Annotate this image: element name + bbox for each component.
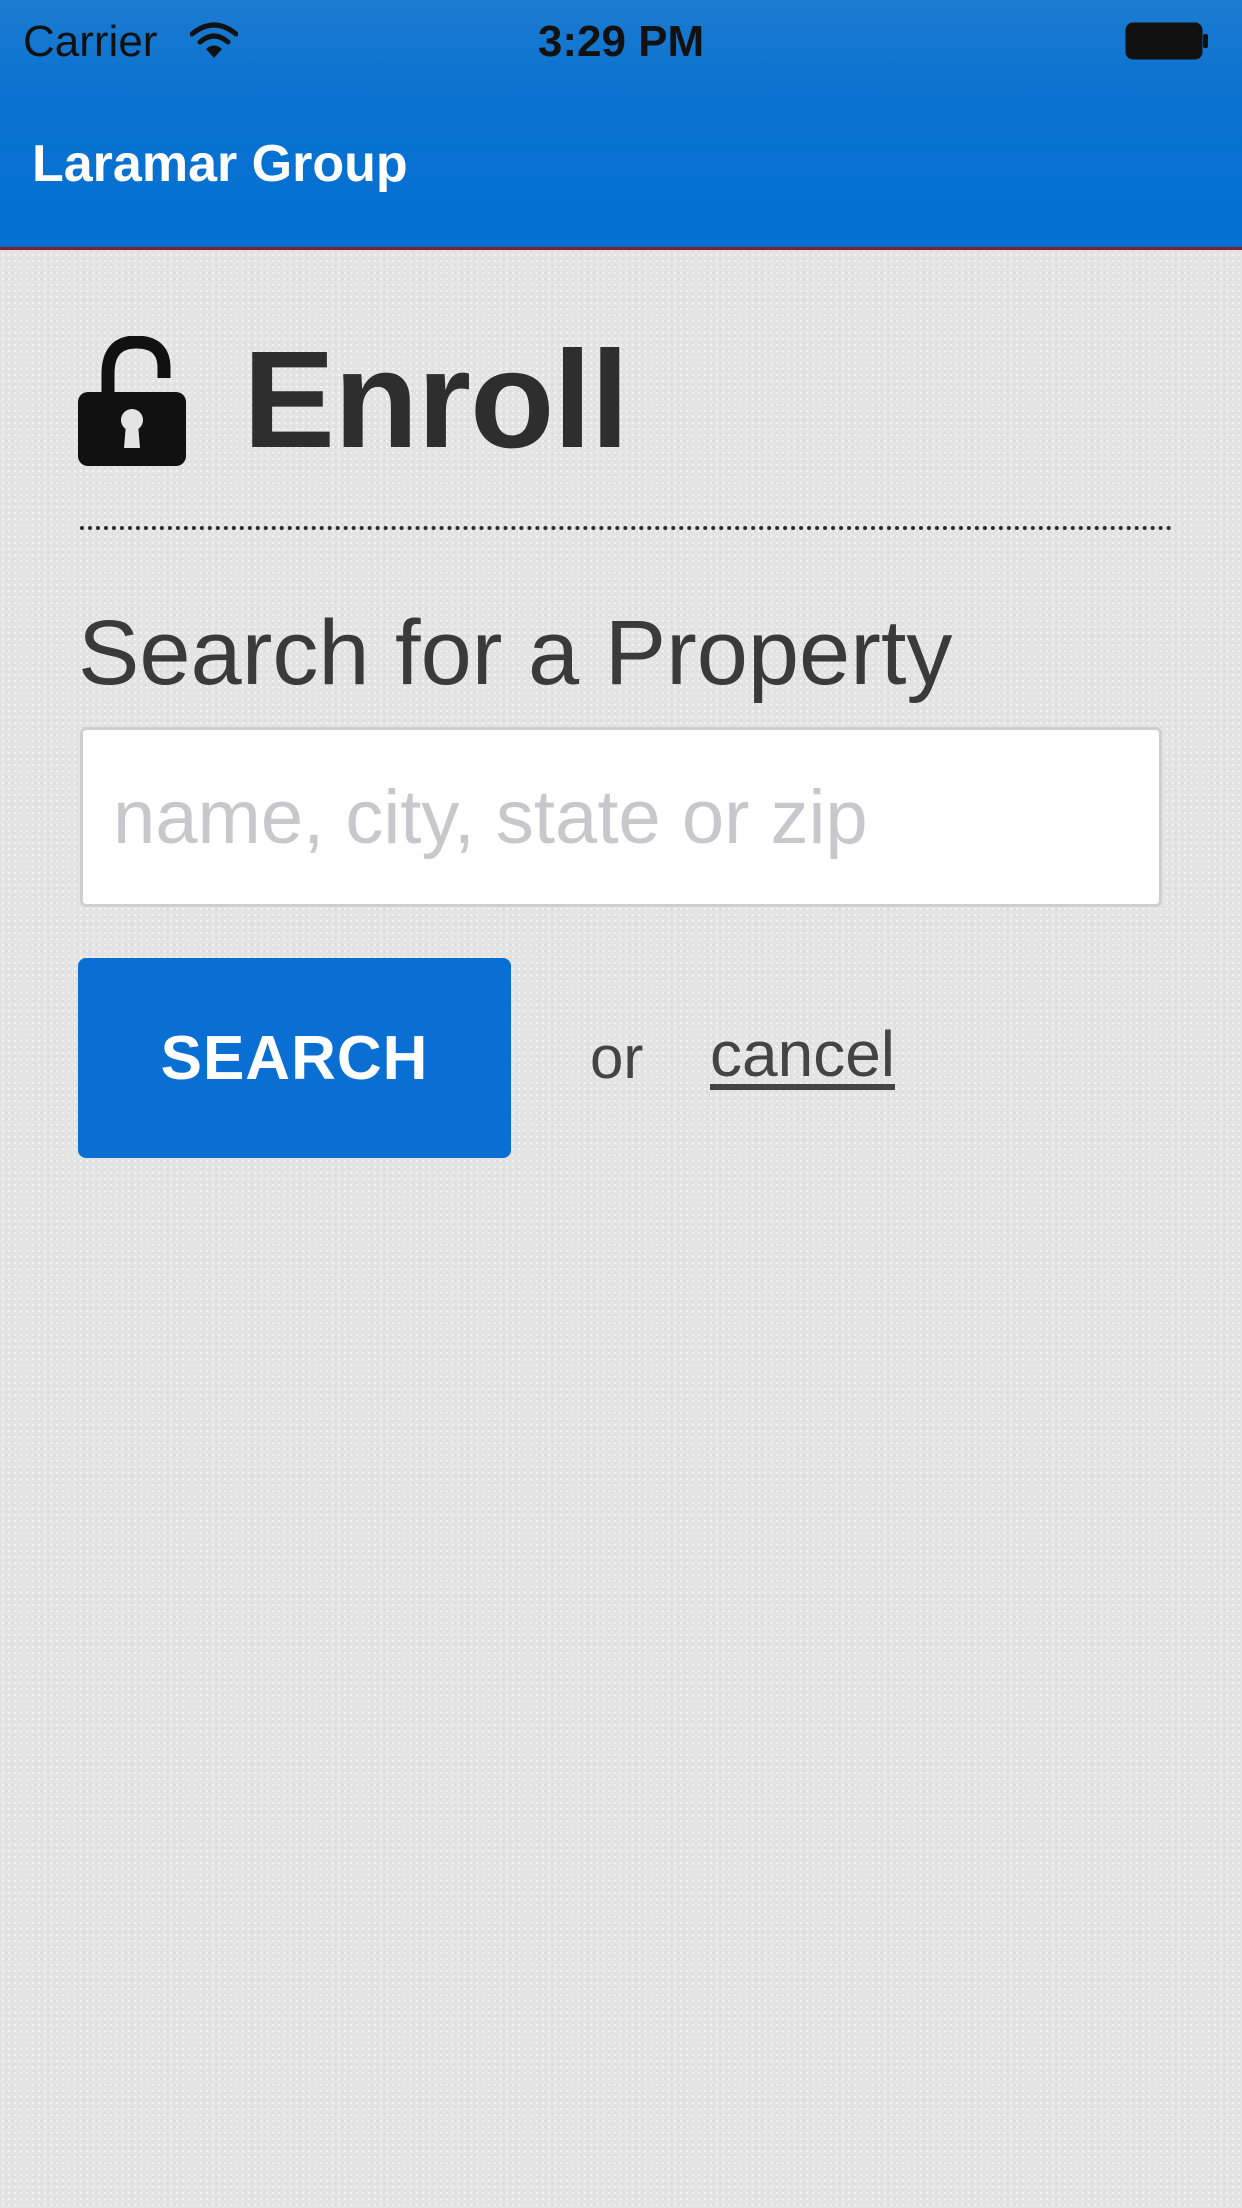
cancel-link[interactable]: cancel (710, 1006, 895, 1102)
navigation-bar: Carrier 3:29 PM Laramar Group (0, 0, 1242, 250)
or-separator: or (590, 1024, 644, 1091)
divider (80, 526, 1172, 530)
page-title: Enroll (243, 323, 629, 477)
status-time: 3:29 PM (537, 17, 705, 66)
search-input[interactable] (80, 727, 1162, 907)
battery-icon (1125, 22, 1208, 60)
app-title: Laramar Group (32, 135, 408, 193)
lock-open-icon (78, 336, 186, 466)
search-button[interactable]: SEARCH (78, 958, 511, 1158)
search-label: Search for a Property (78, 602, 953, 704)
